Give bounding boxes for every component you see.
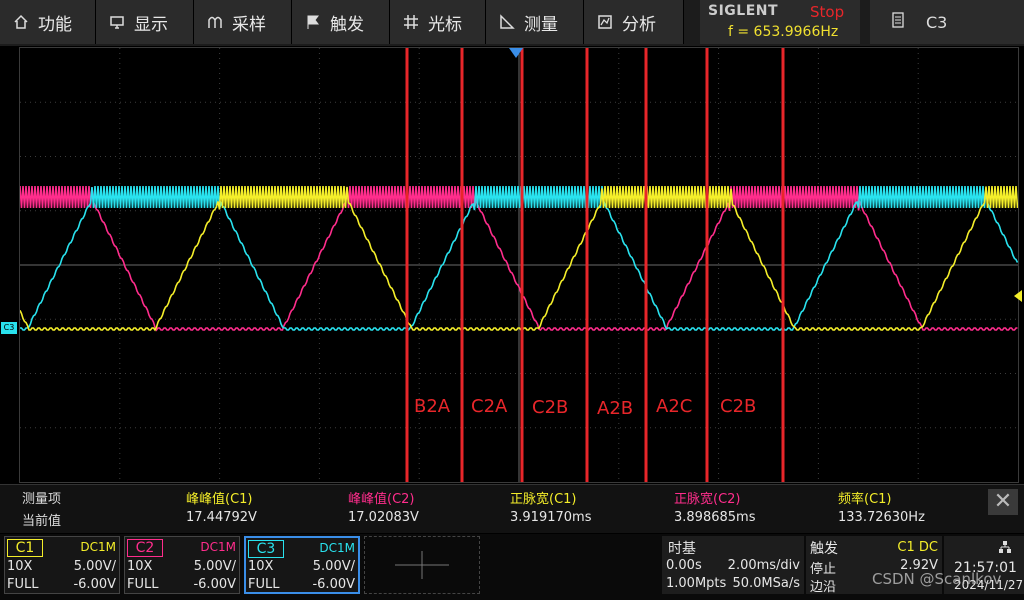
- channel-c2-probe: 10X: [127, 559, 153, 574]
- channel-c3-scale: 5.00V/: [312, 559, 355, 574]
- channel-c2-scale: 5.00V/: [193, 559, 236, 574]
- frequency-readout: f = 653.9966Hz: [728, 24, 839, 40]
- status-bar: C1 DC1M 10X 5.00V/ FULL -6.00V C2 DC1M 1…: [0, 534, 1024, 600]
- analysis-icon: [596, 13, 614, 31]
- timebase-rate: 50.0MSa/s: [732, 576, 800, 591]
- c3-level-marker[interactable]: C3: [1, 322, 17, 334]
- measurement-panel: 测量项 当前值 峰峰值(C1) 17.44792V 峰峰值(C2) 17.020…: [0, 484, 1024, 533]
- channel-c3-probe: 10X: [248, 559, 274, 574]
- close-icon[interactable]: ✕: [988, 489, 1018, 515]
- channel-c1-scale: 5.00V/: [73, 559, 116, 574]
- menu-function-label: 功能: [38, 14, 72, 35]
- channel-c2-box[interactable]: C2 DC1M 10X 5.00V/ FULL -6.00V: [124, 536, 240, 594]
- measure-header-label: 测量项: [22, 492, 62, 507]
- measure-value-1: 17.44792V: [186, 510, 257, 525]
- measure-name-5[interactable]: 频率(C1): [838, 488, 892, 507]
- timebase-box[interactable]: 时基 0.00s 2.00ms/div 1.00Mpts 50.0MSa/s: [662, 536, 804, 594]
- source-channel-label: C3: [926, 12, 948, 32]
- channel-c3-box[interactable]: C3 DC1M 10X 5.00V/ FULL -6.00V: [244, 536, 360, 594]
- channel-c2-label: C2: [127, 539, 163, 557]
- measure-name-2[interactable]: 峰峰值(C2): [348, 488, 415, 507]
- measure-value-3: 3.919170ms: [510, 510, 592, 525]
- timebase-delay: 0.00s: [666, 558, 702, 573]
- channel-c2-offset: -6.00V: [193, 577, 236, 592]
- waveform-canvas: [20, 48, 1018, 482]
- trigger-level-marker[interactable]: [1014, 290, 1022, 302]
- annotation-label-c2b: C2B: [532, 397, 569, 418]
- menu-cursor-button[interactable]: 光标: [390, 0, 486, 44]
- menu-acquire-button[interactable]: 采样: [194, 0, 292, 44]
- menu-display-button[interactable]: 显示: [96, 0, 194, 44]
- annotation-label-c2a: C2A: [471, 396, 508, 417]
- channel-c2-bw: FULL: [127, 577, 159, 592]
- cursor-icon: [402, 13, 420, 31]
- waveform-display[interactable]: [19, 47, 1019, 483]
- measure-value-4: 3.898685ms: [674, 510, 756, 525]
- top-menu-bar: 功能 显示 采样 触发 光标 测量 分析 SIGLENT Stop f = 65…: [0, 0, 1024, 46]
- document-icon: [892, 12, 904, 32]
- plus-icon: [395, 551, 449, 579]
- trigger-mode: 停止: [810, 562, 837, 577]
- display-icon: [108, 13, 126, 31]
- timebase-points: 1.00Mpts: [666, 576, 727, 591]
- run-status[interactable]: Stop: [810, 3, 844, 21]
- annotation-label-c2b-2: C2B: [720, 396, 757, 417]
- trigger-position-marker[interactable]: [509, 48, 523, 58]
- menu-trigger-button[interactable]: 触发: [292, 0, 390, 44]
- trigger-slope: 边沿: [810, 580, 837, 595]
- measure-value-2: 17.02083V: [348, 510, 419, 525]
- menu-trigger-label: 触发: [330, 14, 364, 35]
- measure-value-5: 133.72630Hz: [838, 510, 925, 525]
- home-icon: [12, 13, 30, 31]
- timebase-scale: 2.00ms/div: [727, 558, 800, 573]
- channel-c3-coupling: DC1M: [319, 541, 355, 555]
- annotation-label-b2a: B2A: [414, 396, 451, 417]
- add-channel-button[interactable]: [364, 536, 480, 594]
- timebase-title: 时基: [668, 541, 696, 557]
- measure-name-3[interactable]: 正脉宽(C1): [510, 488, 577, 507]
- channel-c1-probe: 10X: [7, 559, 33, 574]
- menu-cursor-label: 光标: [428, 14, 462, 35]
- measure-value-label: 当前值: [22, 514, 62, 529]
- menu-display-label: 显示: [134, 14, 168, 35]
- channel-c2-coupling: DC1M: [200, 540, 236, 554]
- channel-c1-label: C1: [7, 539, 43, 557]
- channel-c3-bw: FULL: [248, 577, 280, 592]
- channel-c1-coupling: DC1M: [80, 540, 116, 554]
- annotation-label-a2b: A2B: [597, 398, 634, 419]
- flag-icon: [304, 13, 322, 31]
- channel-c3-label: C3: [248, 540, 284, 558]
- channel-c1-box[interactable]: C1 DC1M 10X 5.00V/ FULL -6.00V: [4, 536, 120, 594]
- channel-c1-offset: -6.00V: [73, 577, 116, 592]
- channel-c3-offset: -6.00V: [312, 577, 355, 592]
- watermark: CSDN @Scanlkov: [872, 570, 1002, 588]
- channel-c1-bw: FULL: [7, 577, 39, 592]
- annotation-label-a2c: A2C: [656, 396, 693, 417]
- menu-measure-label: 测量: [524, 14, 558, 35]
- measure-name-1[interactable]: 峰峰值(C1): [186, 488, 253, 507]
- source-channel-indicator[interactable]: C3: [870, 0, 1024, 44]
- sample-icon: [206, 13, 224, 31]
- measure-icon: [498, 13, 516, 31]
- network-icon: [998, 540, 1012, 558]
- trigger-source: C1 DC: [897, 540, 938, 555]
- measure-name-4[interactable]: 正脉宽(C2): [674, 488, 741, 507]
- menu-acquire-label: 采样: [232, 14, 266, 35]
- status-box: SIGLENT Stop f = 653.9966Hz: [700, 0, 860, 44]
- menu-function-button[interactable]: 功能: [0, 0, 96, 44]
- trigger-title: 触发: [810, 541, 838, 557]
- menu-measure-button[interactable]: 测量: [486, 0, 584, 44]
- menu-analysis-button[interactable]: 分析: [584, 0, 684, 44]
- brand-logo: SIGLENT: [708, 3, 779, 19]
- menu-analysis-label: 分析: [622, 14, 656, 35]
